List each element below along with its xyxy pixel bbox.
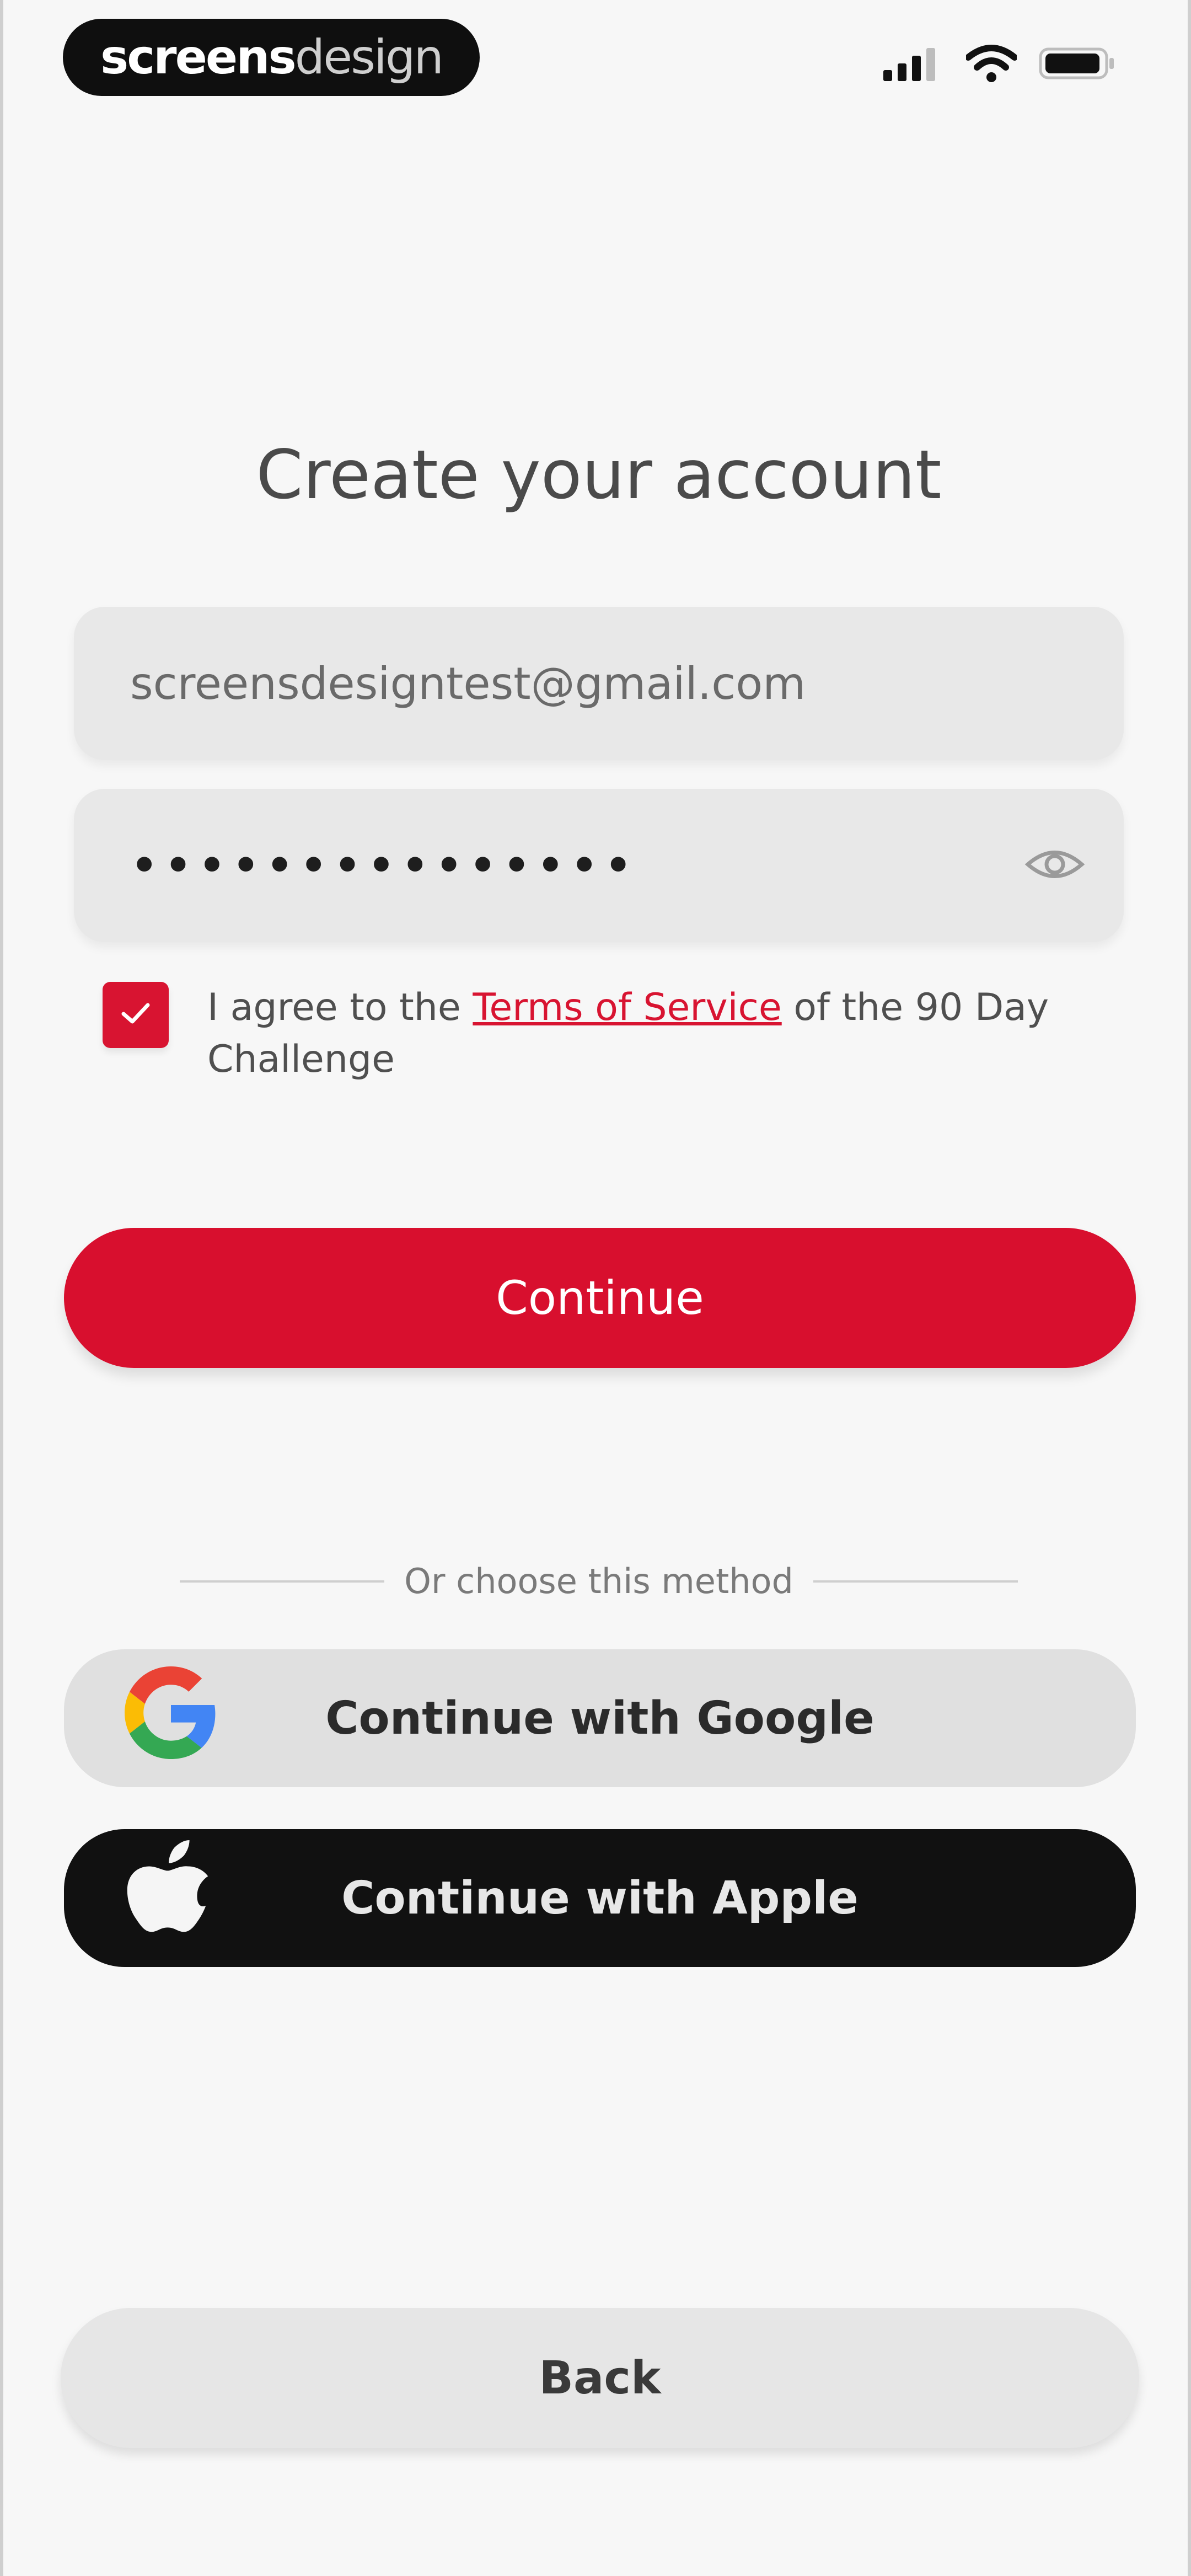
battery-icon: [1039, 46, 1116, 83]
back-button[interactable]: Back: [61, 2308, 1139, 2448]
create-account-screen: screens design Create your account scree…: [0, 0, 1191, 2576]
apple-icon: [125, 1840, 213, 1956]
terms-agreement: I agree to the Terms of Service of the 9…: [103, 982, 1095, 1086]
continue-with-apple-button[interactable]: Continue with Apple: [64, 1829, 1136, 1967]
continue-button[interactable]: Continue: [64, 1228, 1136, 1368]
email-input[interactable]: [129, 657, 1069, 710]
terms-text: I agree to the Terms of Service of the 9…: [207, 982, 1095, 1086]
google-button-label: Continue with Google: [325, 1692, 875, 1745]
page-title: Create your account: [256, 436, 942, 514]
brand-logo: screens design: [63, 19, 480, 96]
signal-icon: [883, 46, 944, 83]
brand-logo-bold: screens: [100, 30, 297, 85]
status-bar-icons: [883, 44, 1116, 85]
password-field[interactable]: •••••••••••••••: [74, 789, 1124, 942]
method-divider: Or choose this method: [180, 1561, 1018, 1601]
terms-of-service-link[interactable]: Terms of Service: [473, 986, 781, 1029]
checkmark-icon: [120, 1002, 151, 1028]
apple-button-label: Continue with Apple: [341, 1872, 859, 1925]
email-field[interactable]: [74, 607, 1124, 760]
divider-line-left: [180, 1580, 385, 1583]
wifi-icon: [965, 44, 1018, 85]
password-input[interactable]: •••••••••••••••: [129, 836, 637, 895]
divider-text: Or choose this method: [404, 1561, 793, 1601]
google-icon: [125, 1666, 217, 1770]
terms-checkbox[interactable]: [103, 982, 169, 1048]
eye-icon[interactable]: [1024, 845, 1085, 886]
brand-logo-light: design: [294, 30, 444, 85]
continue-with-google-button[interactable]: Continue with Google: [64, 1649, 1136, 1787]
terms-prefix: I agree to the: [207, 986, 473, 1029]
divider-line-right: [813, 1580, 1018, 1583]
